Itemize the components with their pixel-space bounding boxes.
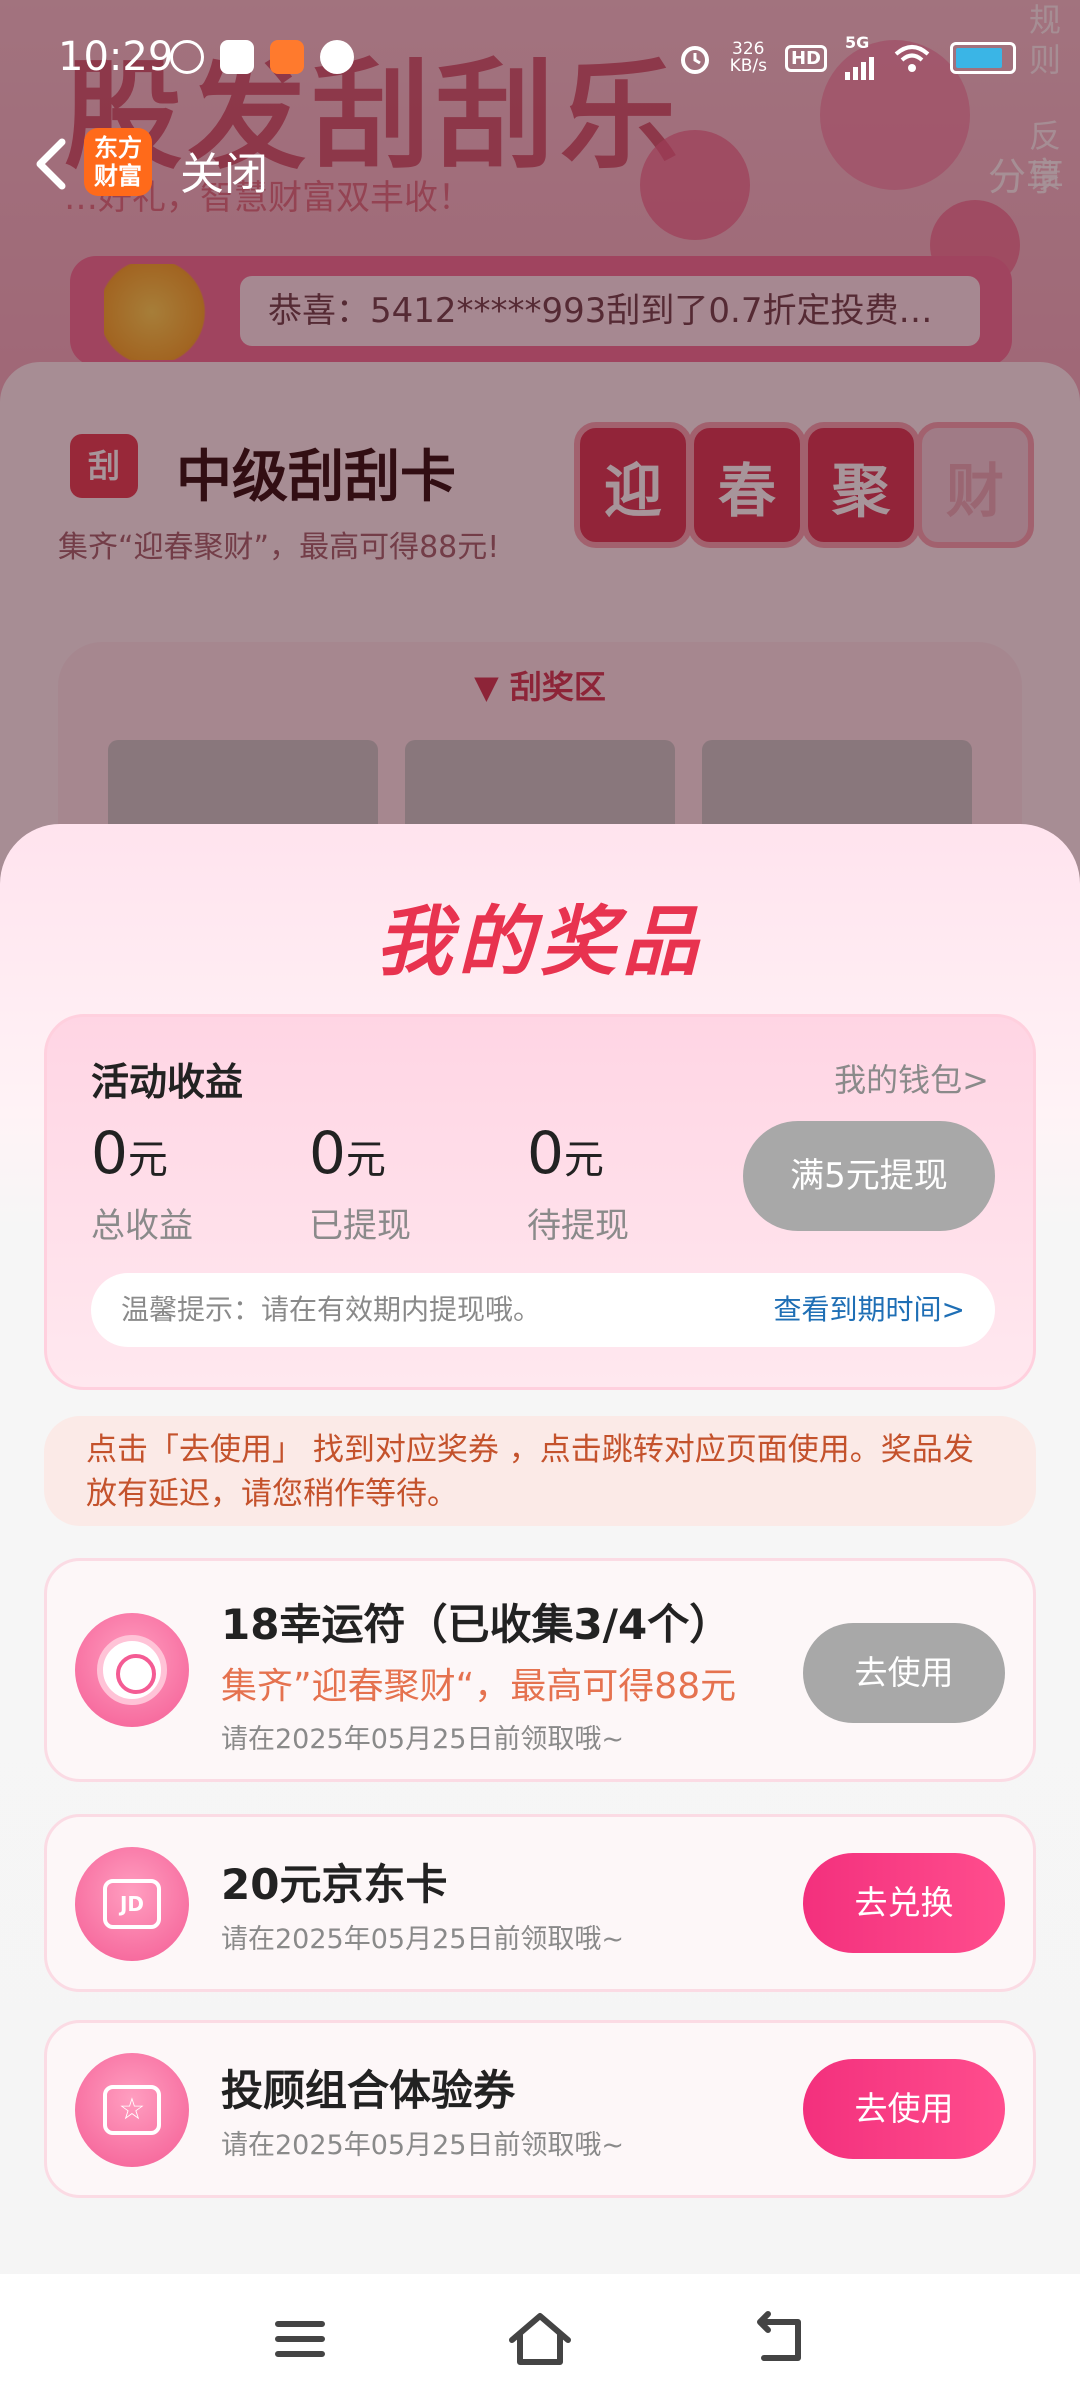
back-arrow-icon[interactable] [24,134,84,194]
system-nav-bar [0,2274,1080,2400]
wifi-icon [894,45,930,72]
my-wallet-link[interactable]: 我的钱包> [834,1055,989,1101]
jd-card-icon: JD [75,1847,189,1961]
star-ticket-icon: ☆ [75,2053,189,2167]
battery-icon [950,42,1016,74]
alarm-icon [680,46,709,74]
view-expiry-link[interactable]: 查看到期时间> [774,1273,965,1347]
hd-icon: HD [784,44,827,72]
tip-bar: 温馨提示：请在有效期内提现哦。 查看到期时间> [91,1273,995,1347]
taobao-icon [270,40,304,74]
title-bar: 东方财富 关闭 [0,120,1080,210]
app-notification-icon [220,40,254,74]
earnings-card: 活动收益 我的钱包> 0元 总收益 0元 已提现 0元 待提现 满5元提现 温馨… [44,1014,1036,1390]
prize-date: 请在2025年05月25日前领取哦~ [221,1924,625,1955]
prize-desc: 集齐”迎春聚财“，最高可得88元 [221,1666,737,1707]
prize-name: 18幸运符（已收集3/4个） [221,1600,732,1649]
prize-date: 请在2025年05月25日前领取哦~ [221,1724,625,1755]
cellular-signal-icon: 5G [845,35,874,80]
sheet-title: 我的奖品 [376,897,704,986]
bilibili-icon [170,40,204,74]
usage-hint: 点击「去使用」 找到对应奖券 ，点击跳转对应页面使用。奖品发放有延迟，请您稍作等… [44,1416,1036,1526]
net-speed: 326 KB/s [729,39,767,76]
prize-item-jd-card: JD 20元京东卡 请在2025年05月25日前领取哦~ 去兑换 [44,1814,1036,1992]
use-button[interactable]: 去使用 [803,2059,1005,2159]
status-right: 326 KB/s HD 5G [678,35,1016,80]
prize-name: 20元京东卡 [221,1860,448,1909]
close-button[interactable]: 关闭 [180,138,268,202]
message-icon [320,40,354,74]
earnings-title: 活动收益 [91,1060,244,1104]
stat-pending: 0元 待提现 [527,1119,629,1246]
back-icon[interactable] [740,2304,820,2374]
stat-total: 0元 总收益 [91,1119,193,1246]
my-prizes-sheet: 我的奖品 活动收益 我的钱包> 0元 总收益 0元 已提现 0元 待提现 满5元… [0,824,1080,2274]
status-bar: 10:29 326 KB/s HD 5G [0,0,1080,110]
stat-withdrawn: 0元 已提现 [309,1119,411,1246]
status-time: 10:29 [58,34,174,80]
prize-item-lucky-charm: 18幸运符（已收集3/4个） 集齐”迎春聚财“，最高可得88元 请在2025年0… [44,1558,1036,1782]
prize-date: 请在2025年05月25日前领取哦~ [221,2130,625,2161]
prize-name: 投顾组合体验券 [221,2066,516,2115]
app-logo: 东方财富 [84,128,152,196]
prize-item-advisory-coupon: ☆ 投顾组合体验券 请在2025年05月25日前领取哦~ 去使用 [44,2020,1036,2198]
redeem-button[interactable]: 去兑换 [803,1853,1005,1953]
use-button-disabled[interactable]: 去使用 [803,1623,1005,1723]
home-icon[interactable] [500,2304,580,2374]
tip-text: 温馨提示：请在有效期内提现哦。 [121,1293,542,1326]
lucky-charm-icon [75,1613,189,1727]
notification-icons [170,40,354,74]
menu-icon[interactable] [260,2304,340,2374]
withdraw-button[interactable]: 满5元提现 [743,1121,995,1231]
